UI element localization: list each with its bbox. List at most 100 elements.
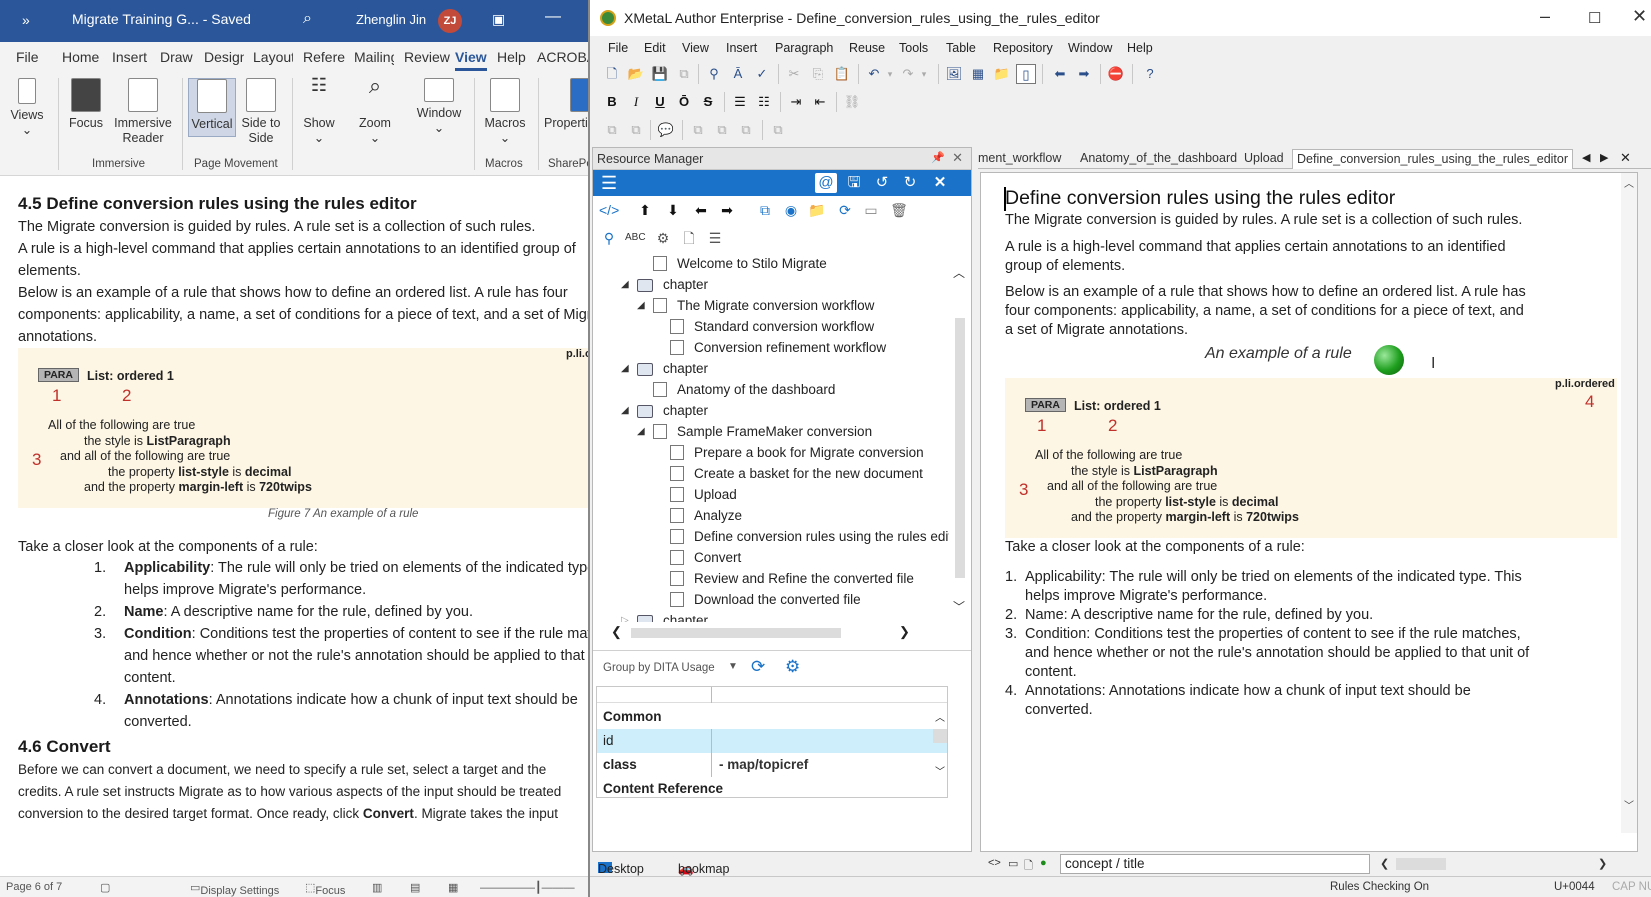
tab-review[interactable]: Review <box>404 49 450 65</box>
paragraph[interactable]: group of elements. <box>1005 257 1125 276</box>
paragraph[interactable]: four components: applicability, a name, … <box>1005 302 1524 321</box>
browser-view-icon[interactable]: ● <box>1040 857 1047 869</box>
redo-icon[interactable]: ↻ <box>899 173 921 193</box>
tree-item[interactable]: Anatomy of the dashboard <box>653 380 835 400</box>
property-group-content-ref[interactable]: Content Reference <box>597 777 947 801</box>
tab-design[interactable]: Design <box>204 49 244 65</box>
tab-insert[interactable]: Insert <box>112 49 147 65</box>
property-group-common[interactable]: Common <box>597 705 947 729</box>
group-by-select[interactable]: Group by DITA Usage <box>603 662 715 674</box>
refresh-icon[interactable]: ⟳ <box>835 200 855 220</box>
search-icon[interactable]: ⚲ <box>599 228 619 248</box>
tree-item[interactable]: ◢ Sample FrameMaker conversion <box>637 422 872 442</box>
print-layout-icon[interactable]: ▤ <box>410 881 420 894</box>
tab-help[interactable]: Help <box>497 49 526 65</box>
immersive-reader-button[interactable]: Immersive Reader <box>112 78 174 146</box>
menu-paragraph[interactable]: Paragraph <box>775 41 833 55</box>
proofing-icon[interactable]: ▢ <box>100 881 110 894</box>
hamburger-menu-icon[interactable]: ☰ <box>601 174 617 192</box>
tab-acrobat[interactable]: ACROBAT <box>537 49 590 65</box>
tab-draw[interactable]: Draw <box>160 49 193 65</box>
bulleted-list-icon[interactable]: ☷ <box>754 92 774 112</box>
strikethrough-icon[interactable]: S <box>698 92 718 112</box>
bold-icon[interactable]: B <box>602 92 622 112</box>
move-up-icon[interactable]: ⬆ <box>635 200 655 220</box>
zoom-button[interactable]: ⌕ Zoom ⌄ <box>354 75 396 146</box>
reuse-icon-6[interactable]: ⧉ <box>768 120 788 140</box>
page-indicator[interactable]: Page 6 of 7 <box>6 881 62 893</box>
back-icon[interactable]: ⬅ <box>1050 64 1070 84</box>
chevron-down-icon[interactable]: ▼ <box>728 661 738 672</box>
comment-icon[interactable]: 💬 <box>656 120 676 140</box>
tab-layout[interactable]: Layout <box>253 49 293 65</box>
normal-view-icon[interactable]: ▭ <box>1008 857 1018 870</box>
tab-prev-icon[interactable]: ◀ <box>1582 151 1590 164</box>
reuse-icon-5[interactable]: ⧉ <box>736 120 756 140</box>
open-external-icon[interactable]: ⧉ <box>755 200 775 220</box>
tree-item[interactable]: ◢ chapter <box>621 275 708 295</box>
new-icon[interactable]: 🗋 <box>602 64 622 84</box>
italic-icon[interactable]: I <box>626 92 646 112</box>
spellcheck-icon[interactable]: ✓ <box>752 64 772 84</box>
tab-home[interactable]: Home <box>62 49 99 65</box>
list-item[interactable]: Condition: Conditions test the propertie… <box>1025 625 1521 644</box>
tree-item[interactable]: ◢ The Migrate conversion workflow <box>637 296 874 316</box>
tree-item[interactable]: ◢ chapter <box>621 359 708 379</box>
minimize-icon[interactable]: – <box>1540 6 1550 27</box>
tree-item[interactable]: Download the converted file <box>670 590 861 610</box>
figure-caption[interactable]: An example of a rule <box>1205 345 1352 363</box>
tree-item[interactable]: Prepare a book for Migrate conversion <box>670 443 924 463</box>
menu-window[interactable]: Window <box>1068 41 1112 55</box>
view-toggle-icon[interactable]: ▯ <box>1016 64 1036 84</box>
table-icon[interactable]: ▦ <box>968 64 988 84</box>
image-icon[interactable]: 🖼 <box>944 64 964 84</box>
maximize-icon[interactable]: ☐ <box>1588 9 1601 27</box>
property-row-class[interactable]: class - map/topicref <box>597 753 947 777</box>
props-scroll-down-icon[interactable]: ﹀ <box>935 763 945 778</box>
move-left-icon[interactable]: ⬅ <box>691 200 711 220</box>
open-icon[interactable]: 📂 <box>626 64 646 84</box>
macros-button[interactable]: Macros ⌄ <box>480 78 530 146</box>
menu-reuse[interactable]: Reuse <box>849 41 885 55</box>
forward-icon[interactable]: ➡ <box>1074 64 1094 84</box>
tree-item[interactable]: ◢ chapter <box>621 401 708 421</box>
properties-icon[interactable]: ⚙ <box>653 228 673 248</box>
move-down-icon[interactable]: ⬇ <box>663 200 683 220</box>
list-item-cont[interactable]: converted. <box>1025 701 1093 720</box>
tab-document[interactable]: Anatomy_of_the_dashboard <box>1080 151 1237 165</box>
editor-pane[interactable]: Define conversion rules using the rules … <box>980 172 1638 852</box>
rule-figure-image[interactable]: p.li.ordered 4 PARA List: ordered 1 1 2 … <box>1005 378 1617 538</box>
drop-icon[interactable]: ◉ <box>781 200 801 220</box>
source-view-icon[interactable]: </> <box>599 200 619 220</box>
scroll-down-icon[interactable]: ﹀ <box>1624 797 1634 812</box>
cut-icon[interactable]: ✂ <box>784 64 804 84</box>
scroll-left-icon[interactable]: ❮ <box>1380 857 1389 870</box>
tree-item[interactable]: Welcome to Stilo Migrate <box>653 254 827 274</box>
editor-vertical-scrollbar[interactable]: ︿ ﹀ <box>1621 173 1637 833</box>
tree-item[interactable]: Create a basket for the new document <box>670 464 923 484</box>
menu-table[interactable]: Table <box>946 41 976 55</box>
scroll-right-icon[interactable]: ❯ <box>899 624 910 640</box>
tab-document[interactable]: ment_workflow <box>978 151 1061 165</box>
scroll-up-icon[interactable]: ︿ <box>1624 175 1634 190</box>
vertical-button[interactable]: Vertical <box>188 78 236 137</box>
focus-button[interactable]: Focus <box>64 78 108 131</box>
tags-on-icon[interactable]: <> <box>988 857 1001 869</box>
paragraph[interactable]: Below is an example of a rule that shows… <box>1005 283 1526 302</box>
indent-icon[interactable]: ⇥ <box>786 92 806 112</box>
tree-item[interactable]: ▷ chapter <box>621 611 708 622</box>
focus-mode-button[interactable]: ⬚ Focus <box>305 881 345 897</box>
collapse-icon[interactable]: ◢ <box>621 359 629 379</box>
save-icon[interactable]: 💾 <box>650 64 670 84</box>
tree-vertical-scrollbar[interactable]: ︿ ﹀ <box>953 258 967 623</box>
search-icon[interactable]: ⌕ <box>303 10 312 28</box>
document-title[interactable]: Migrate Training G... - Saved <box>72 11 251 27</box>
close-map-icon[interactable]: ✕ <box>929 173 951 193</box>
move-right-icon[interactable]: ➡ <box>717 200 737 220</box>
refresh-icon[interactable]: ⟳ <box>751 657 765 677</box>
web-layout-icon[interactable]: ▦ <box>448 881 458 894</box>
scroll-left-icon[interactable]: ❮ <box>611 624 622 640</box>
zoom-slider[interactable]: —————┃——— <box>480 881 575 894</box>
at-icon[interactable]: @ <box>815 173 837 193</box>
show-button[interactable]: ☷ Show ⌄ <box>298 76 340 146</box>
